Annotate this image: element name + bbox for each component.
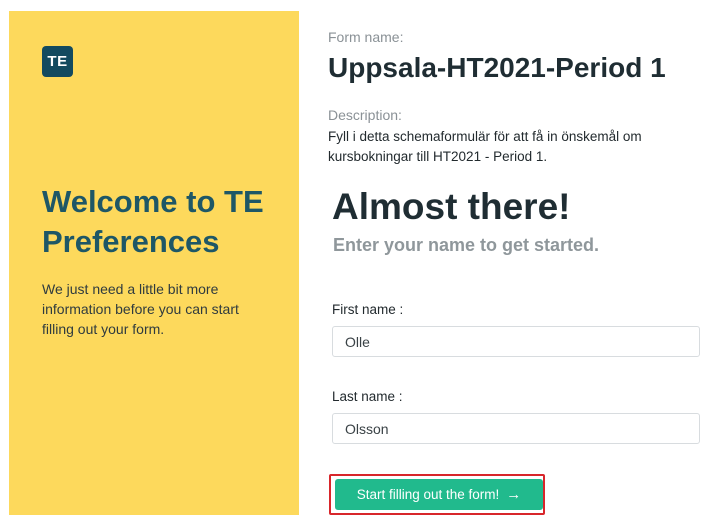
description-text: Fyll i detta schemaformulär för att få i… [328, 129, 642, 164]
description-label: Description: [328, 107, 402, 123]
start-button-label: Start filling out the form! [356, 487, 500, 502]
last-name-label: Last name : [332, 389, 403, 404]
page: TE Welcome to TE Preferences We just nee… [0, 0, 718, 515]
almost-there-heading: Almost there! [332, 186, 571, 227]
get-started-subheading: Enter your name to get started. [333, 235, 600, 255]
te-logo: TE [42, 46, 73, 77]
welcome-panel: TE Welcome to TE Preferences We just nee… [9, 11, 299, 515]
first-name-label: First name : [332, 302, 404, 317]
form-name: Uppsala-HT2021-Period 1 [328, 52, 666, 83]
form-section: Form name: Uppsala-HT2021-Period 1 Descr… [328, 0, 718, 515]
welcome-text: We just need a little bit more informati… [42, 281, 239, 337]
first-name-input[interactable] [332, 326, 700, 357]
arrow-right-icon: → [506, 486, 522, 503]
start-button-highlight: Start filling out the form! → [329, 474, 545, 515]
last-name-input[interactable] [332, 413, 700, 444]
start-filling-button[interactable]: Start filling out the form! → [335, 479, 543, 510]
welcome-title: Welcome to TE Preferences [42, 184, 264, 259]
form-name-label: Form name: [328, 29, 404, 45]
